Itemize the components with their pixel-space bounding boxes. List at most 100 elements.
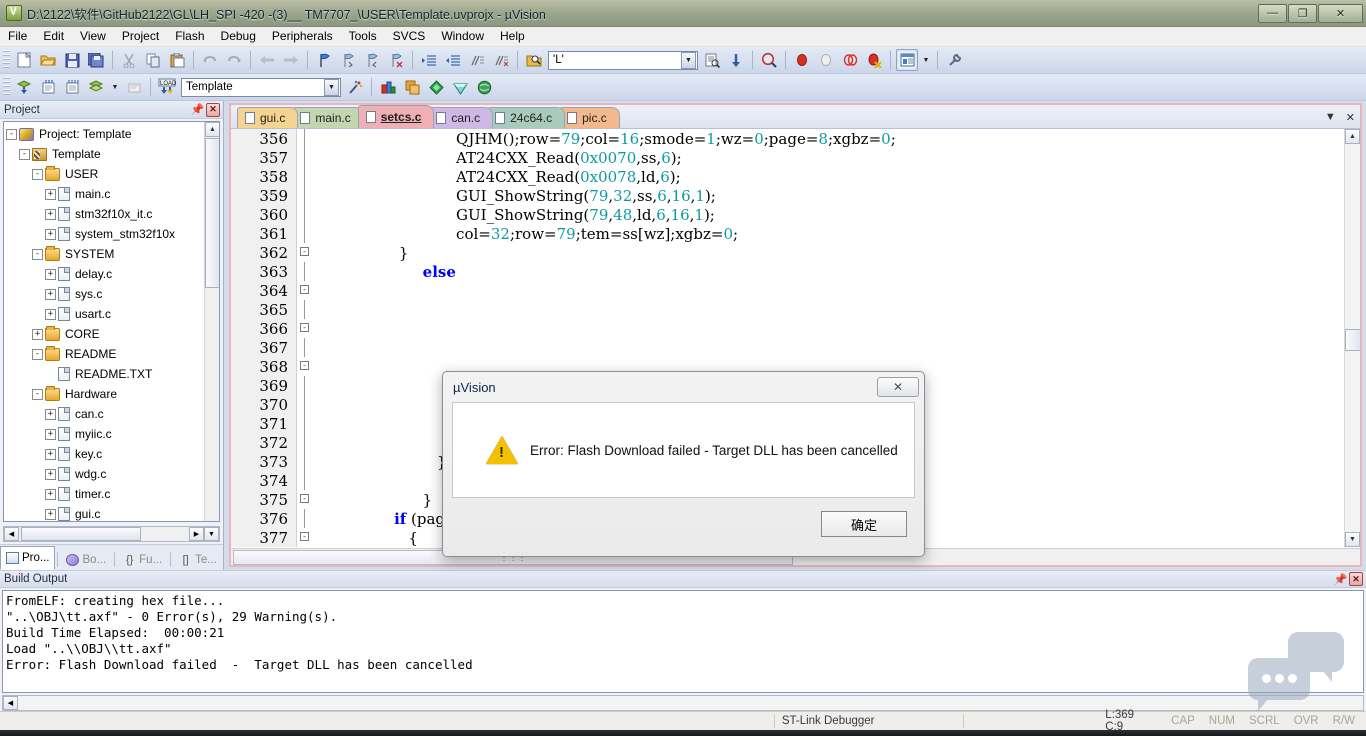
- bookmark-next-icon[interactable]: [361, 49, 383, 71]
- tree-item[interactable]: +can.c: [6, 404, 203, 424]
- find-input[interactable]: 'L': [549, 54, 681, 66]
- find-icon[interactable]: [758, 49, 780, 71]
- build-output-text[interactable]: FromELF: creating hex file..."..\OBJ\tt.…: [2, 590, 1364, 693]
- scroll-up-arrow-icon[interactable]: ▲: [1345, 129, 1360, 144]
- pin-icon[interactable]: 📌: [191, 103, 204, 116]
- ok-button[interactable]: 确定: [821, 511, 907, 537]
- fold-cell[interactable]: -: [298, 281, 312, 300]
- batch-build-icon[interactable]: [85, 76, 107, 98]
- toolbar-grip[interactable]: [3, 50, 10, 70]
- find-in-files-icon[interactable]: [523, 49, 545, 71]
- menu-edit[interactable]: Edit: [35, 27, 72, 46]
- save-icon[interactable]: [61, 49, 83, 71]
- disable-breakpoint-icon[interactable]: [839, 49, 861, 71]
- tree-expander-icon[interactable]: +: [45, 269, 56, 280]
- window-layout-dropdown-icon[interactable]: ▼: [920, 49, 932, 71]
- open-file-icon[interactable]: [37, 49, 59, 71]
- scroll-left-arrow-icon[interactable]: ◀: [4, 527, 19, 541]
- tree-expander-icon[interactable]: -: [32, 169, 43, 180]
- panel-tab-te[interactable]: []Te...: [173, 548, 223, 570]
- fold-cell[interactable]: [298, 471, 312, 490]
- fold-cell[interactable]: -: [298, 357, 312, 376]
- fold-toggle-icon[interactable]: -: [300, 532, 309, 541]
- chevron-down-icon[interactable]: ▼: [1322, 111, 1339, 123]
- bookmark-toggle-icon[interactable]: [313, 49, 335, 71]
- scrollbar-thumb[interactable]: [1345, 329, 1360, 351]
- rebuild-icon[interactable]: [61, 76, 83, 98]
- tree-expander-icon[interactable]: +: [45, 309, 56, 320]
- panel-tab-fu[interactable]: {}Fu...: [117, 548, 168, 570]
- navigate-forward-icon[interactable]: [280, 49, 302, 71]
- fold-cell[interactable]: [298, 186, 312, 205]
- tree-expander-icon[interactable]: +: [32, 329, 43, 340]
- editor-tab-guic[interactable]: gui.c: [237, 107, 298, 128]
- fold-cell[interactable]: [298, 433, 312, 452]
- tree-item[interactable]: +sys.c: [6, 284, 203, 304]
- tree-item[interactable]: +stm32f10x_it.c: [6, 204, 203, 224]
- editor-tab-canc[interactable]: can.c: [428, 107, 493, 128]
- fold-cell[interactable]: [298, 338, 312, 357]
- insert-breakpoint-icon[interactable]: [815, 49, 837, 71]
- fold-cell[interactable]: -: [298, 319, 312, 338]
- copy-icon[interactable]: [142, 49, 164, 71]
- text-search-icon[interactable]: [701, 49, 723, 71]
- toolbar-grip[interactable]: [3, 77, 10, 97]
- fold-cell[interactable]: -: [298, 243, 312, 262]
- close-icon[interactable]: ✕: [206, 103, 220, 117]
- menu-peripherals[interactable]: Peripherals: [264, 27, 341, 46]
- redo-icon[interactable]: [223, 49, 245, 71]
- fold-cell[interactable]: [298, 300, 312, 319]
- pack-installer-icon[interactable]: [425, 76, 447, 98]
- menu-view[interactable]: View: [72, 27, 114, 46]
- batch-build-dropdown-icon[interactable]: ▼: [109, 76, 121, 98]
- menu-svcs[interactable]: SVCS: [385, 27, 434, 46]
- minimize-button[interactable]: —: [1258, 4, 1287, 23]
- tree-item[interactable]: +main.c: [6, 184, 203, 204]
- menu-debug[interactable]: Debug: [213, 27, 264, 46]
- tree-item[interactable]: +timer.c: [6, 484, 203, 504]
- editor-tab-setcsc[interactable]: setcs.c: [358, 105, 435, 128]
- fold-toggle-icon[interactable]: -: [300, 494, 309, 503]
- tree-expander-icon[interactable]: +: [45, 409, 56, 420]
- find-combo[interactable]: 'L' ▼: [548, 51, 698, 70]
- menu-project[interactable]: Project: [114, 27, 167, 46]
- fold-cell[interactable]: [298, 148, 312, 167]
- configure-tools-icon[interactable]: [943, 49, 965, 71]
- tree-expander-icon[interactable]: -: [19, 149, 30, 160]
- multi-project-icon[interactable]: [401, 76, 423, 98]
- menu-tools[interactable]: Tools: [341, 27, 385, 46]
- tree-item[interactable]: -USER: [6, 164, 203, 184]
- tree-expander-icon[interactable]: +: [45, 289, 56, 300]
- tree-item[interactable]: +CORE: [6, 324, 203, 344]
- menu-window[interactable]: Window: [433, 27, 492, 46]
- bookmark-clear-icon[interactable]: [385, 49, 407, 71]
- undo-icon[interactable]: [199, 49, 221, 71]
- hscroll-track[interactable]: [19, 527, 189, 541]
- chevron-down-icon[interactable]: ▼: [324, 79, 339, 96]
- menu-help[interactable]: Help: [492, 27, 533, 46]
- fold-cell[interactable]: [298, 452, 312, 471]
- tree-expander-icon[interactable]: +: [45, 469, 56, 480]
- target-value[interactable]: Template: [182, 81, 324, 93]
- navigate-back-icon[interactable]: [256, 49, 278, 71]
- dialog-close-button[interactable]: ✕: [877, 377, 919, 397]
- pin-icon[interactable]: 📌: [1334, 573, 1347, 586]
- chevron-down-icon[interactable]: ▼: [681, 52, 696, 69]
- tree-expander-icon[interactable]: +: [45, 229, 56, 240]
- windows-taskbar[interactable]: [0, 730, 1366, 736]
- project-tree-hscrollbar[interactable]: ◀ ▶ ▼: [3, 526, 220, 542]
- project-tree-scrollbar[interactable]: ▲: [204, 122, 219, 521]
- tree-item[interactable]: +myiic.c: [6, 424, 203, 444]
- hscrollbar-thumb[interactable]: [21, 527, 141, 541]
- menu-file[interactable]: File: [0, 27, 35, 46]
- tree-item[interactable]: +system_stm32f10x: [6, 224, 203, 244]
- tree-item[interactable]: -Project: Template: [6, 124, 203, 144]
- build-icon[interactable]: [13, 76, 35, 98]
- uncomment-icon[interactable]: [490, 49, 512, 71]
- panel-tab-pro[interactable]: Pro...: [0, 546, 55, 570]
- tree-expander-icon[interactable]: +: [45, 429, 56, 440]
- tree-expander-icon[interactable]: +: [45, 189, 56, 200]
- restore-button[interactable]: ❐: [1288, 4, 1317, 23]
- save-all-icon[interactable]: [85, 49, 107, 71]
- kill-all-breakpoints-icon[interactable]: [863, 49, 885, 71]
